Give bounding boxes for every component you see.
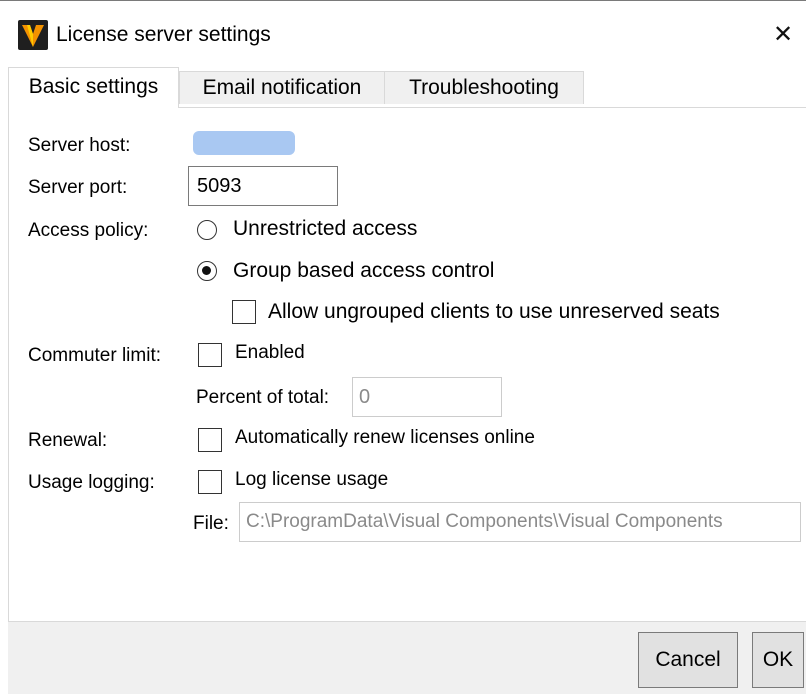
dialog-footer: Cancel OK bbox=[8, 621, 806, 694]
auto-renew-checkbox[interactable] bbox=[198, 428, 222, 452]
close-icon: ✕ bbox=[772, 21, 794, 48]
percent-of-total-label: Percent of total: bbox=[196, 387, 330, 408]
radio-selected-dot bbox=[202, 266, 211, 275]
file-label: File: bbox=[193, 513, 229, 534]
server-port-label: Server port: bbox=[28, 177, 128, 198]
renewal-label: Renewal: bbox=[28, 430, 108, 451]
log-usage-checkbox[interactable] bbox=[198, 470, 222, 494]
unrestricted-access-label: Unrestricted access bbox=[233, 217, 418, 240]
tab-basic-settings[interactable]: Basic settings bbox=[8, 67, 179, 108]
commuter-enabled-label: Enabled bbox=[235, 342, 305, 363]
close-button[interactable]: ✕ bbox=[766, 19, 800, 51]
tab-troubleshooting[interactable]: Troubleshooting bbox=[384, 71, 584, 104]
usage-logging-label: Usage logging: bbox=[28, 472, 155, 493]
cancel-button[interactable]: Cancel bbox=[638, 632, 738, 688]
access-policy-label: Access policy: bbox=[28, 220, 149, 241]
visual-components-logo-icon bbox=[18, 20, 48, 50]
percent-of-total-input[interactable] bbox=[352, 377, 502, 417]
tab-bar: Basic settings Email notification Troubl… bbox=[8, 67, 806, 108]
server-port-input[interactable] bbox=[188, 166, 338, 206]
server-host-label: Server host: bbox=[28, 135, 131, 156]
group-based-access-radio[interactable] bbox=[197, 261, 217, 281]
log-file-path-input[interactable] bbox=[239, 502, 801, 542]
window-title: License server settings bbox=[56, 23, 271, 46]
unrestricted-access-radio[interactable] bbox=[197, 220, 217, 240]
server-host-value-redacted bbox=[193, 131, 295, 155]
tab-email-notification[interactable]: Email notification bbox=[179, 71, 385, 104]
allow-ungrouped-label: Allow ungrouped clients to use unreserve… bbox=[268, 300, 720, 323]
license-server-settings-dialog: License server settings ✕ Basic settings… bbox=[0, 0, 806, 694]
auto-renew-label: Automatically renew licenses online bbox=[235, 427, 535, 448]
commuter-enabled-checkbox[interactable] bbox=[198, 343, 222, 367]
commuter-limit-label: Commuter limit: bbox=[28, 345, 162, 366]
log-usage-label: Log license usage bbox=[235, 469, 389, 490]
allow-ungrouped-checkbox[interactable] bbox=[232, 300, 256, 324]
ok-button[interactable]: OK bbox=[752, 632, 804, 688]
group-based-access-label: Group based access control bbox=[233, 259, 495, 282]
title-bar: License server settings ✕ bbox=[0, 1, 806, 67]
